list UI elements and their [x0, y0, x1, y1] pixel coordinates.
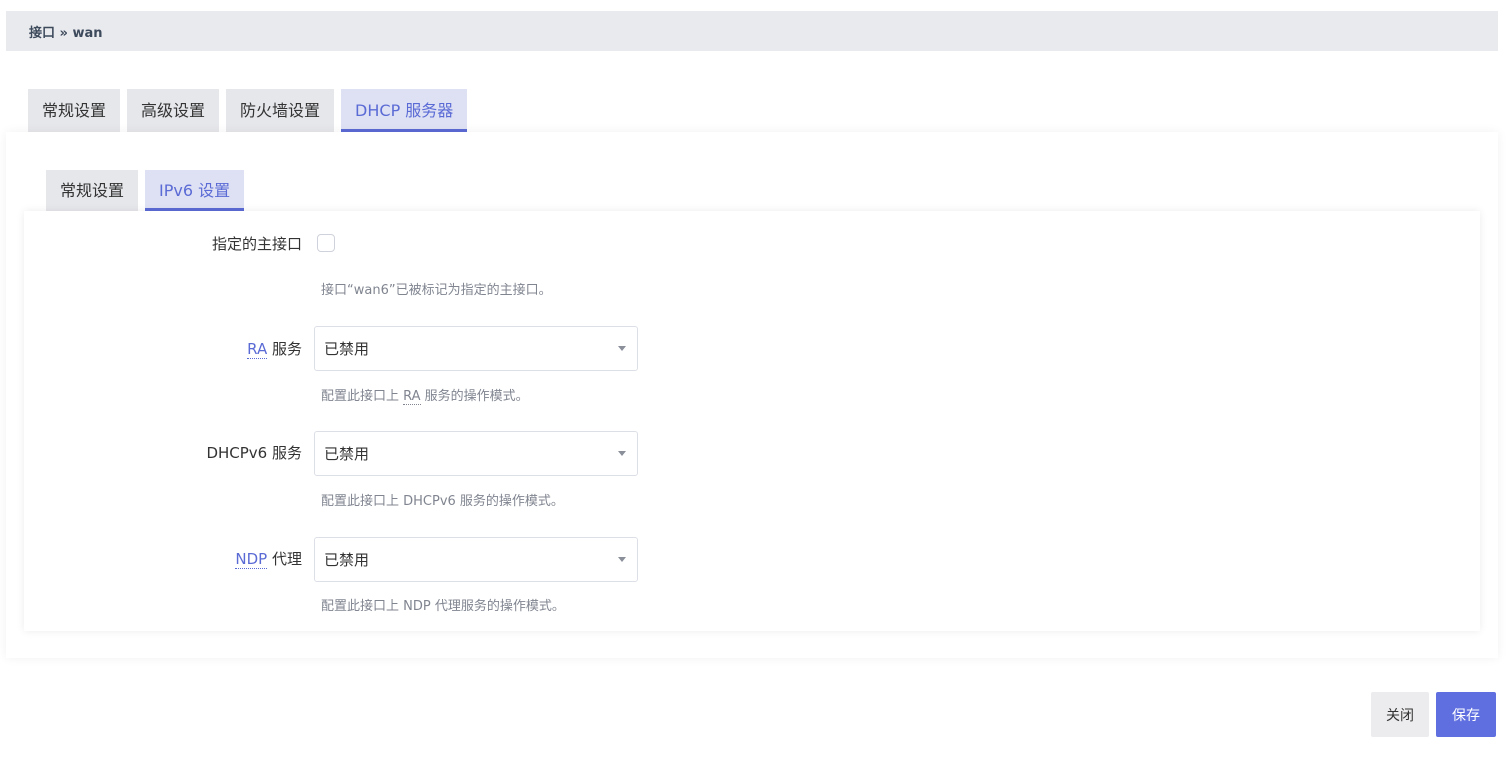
- ra-label-rest: 服务: [267, 340, 302, 358]
- ndp-proxy-value: 已禁用: [324, 551, 370, 569]
- master-interface-label: 指定的主接口: [211, 235, 302, 253]
- ra-service-select[interactable]: 已禁用: [314, 326, 638, 371]
- chevron-down-icon: [618, 451, 626, 456]
- dhcpv6-service-help: 配置此接口上 DHCPv6 服务的操作模式。: [321, 494, 564, 509]
- ra-abbr: RA: [247, 340, 268, 359]
- breadcrumb-text: 接口 » wan: [29, 25, 103, 41]
- top-tabs: 常规设置 高级设置 防火墙设置 DHCP 服务器: [28, 89, 468, 132]
- subtab-general-settings[interactable]: 常规设置: [46, 170, 139, 211]
- ndp-proxy-help: 配置此接口上 NDP 代理服务的操作模式。: [321, 599, 565, 614]
- dhcpv6-service-value: 已禁用: [324, 445, 370, 463]
- ra-help-abbr: RA: [403, 389, 421, 405]
- ndp-proxy-label: NDP 代理: [0, 548, 302, 569]
- subtab-ipv6-settings[interactable]: IPv6 设置: [145, 170, 245, 211]
- ra-help-post: 服务的操作模式。: [420, 389, 529, 404]
- sub-tabs: 常规设置 IPv6 设置: [46, 170, 245, 211]
- dhcpv6-service-label: DHCPv6 服务: [206, 444, 302, 462]
- ra-service-help: 配置此接口上 RA 服务的操作模式。: [321, 385, 529, 405]
- ndp-proxy-select[interactable]: 已禁用: [314, 537, 638, 582]
- ra-help-pre: 配置此接口上: [321, 389, 404, 404]
- tab-firewall-settings[interactable]: 防火墙设置: [226, 89, 335, 132]
- dhcpv6-service-select[interactable]: 已禁用: [314, 431, 638, 476]
- breadcrumb: 接口 » wan: [6, 11, 1498, 51]
- ra-service-label: RA 服务: [0, 338, 302, 359]
- master-interface-help: 接口“wan6”已被标记为指定的主接口。: [321, 283, 552, 298]
- tab-dhcp-server[interactable]: DHCP 服务器: [341, 89, 468, 132]
- ra-service-value: 已禁用: [324, 340, 370, 358]
- ndp-abbr: NDP: [235, 550, 268, 569]
- ndp-label-rest: 代理: [267, 550, 302, 568]
- chevron-down-icon: [618, 346, 626, 351]
- close-button[interactable]: 关闭: [1371, 692, 1429, 737]
- tab-advanced-settings[interactable]: 高级设置: [127, 89, 220, 132]
- tab-general-settings[interactable]: 常规设置: [28, 89, 121, 132]
- chevron-down-icon: [618, 557, 626, 562]
- save-button[interactable]: 保存: [1436, 692, 1496, 737]
- master-interface-checkbox[interactable]: [317, 234, 335, 252]
